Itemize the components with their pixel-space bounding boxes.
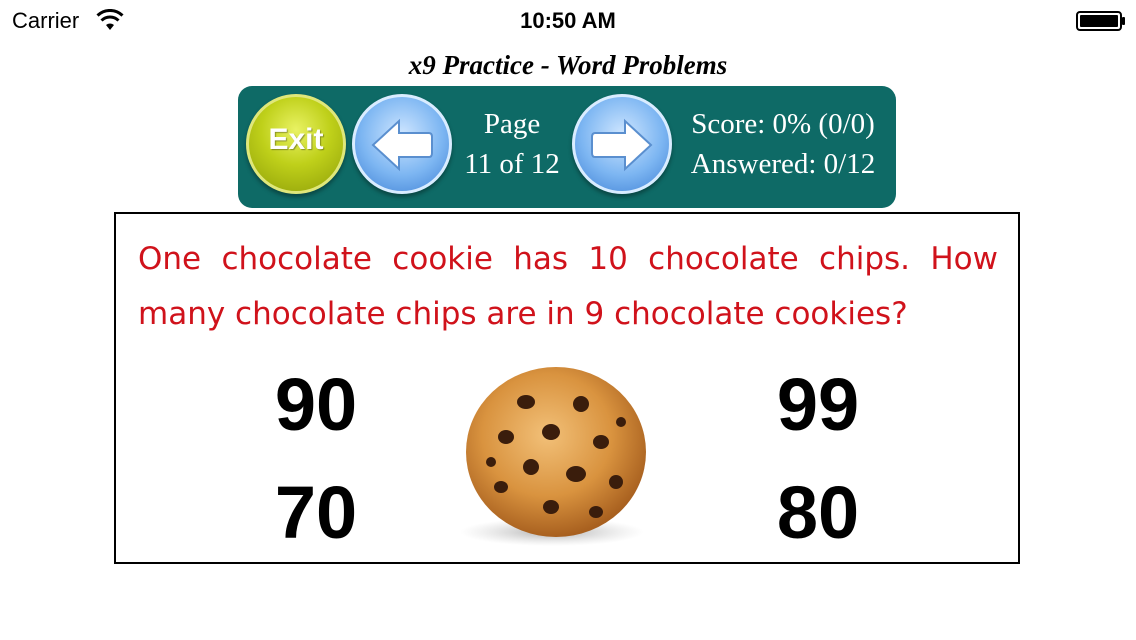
answer-option[interactable]: 70 — [246, 470, 386, 555]
navigation-toolbar: Exit Page 11 of 12 Score: 0% (0/0) Answe… — [238, 86, 896, 208]
answer-option[interactable]: 80 — [748, 470, 888, 555]
answer-option[interactable]: 90 — [246, 362, 386, 447]
question-text: One chocolate cookie has 10 chocolate ch… — [138, 241, 998, 332]
score-panel: Score: 0% (0/0) Answered: 0/12 — [678, 104, 888, 184]
status-bar: Carrier 10:50 AM — [0, 0, 1136, 40]
page-indicator: Page 11 of 12 — [450, 104, 574, 184]
exit-button-label: Exit — [268, 123, 324, 156]
question-card: One chocolate cookie has 10 chocolate ch… — [114, 212, 1020, 564]
battery-icon — [1076, 11, 1125, 31]
cookie-image — [460, 367, 646, 546]
page-label: Page — [483, 108, 541, 140]
arrow-left-icon — [371, 118, 433, 172]
answered-count: Answered: 0/12 — [690, 148, 876, 180]
page-title: x9 Practice - Word Problems — [408, 50, 728, 80]
score-value: Score: 0% (0/0) — [691, 108, 875, 140]
arrow-right-icon — [591, 118, 653, 172]
page-value: 11 of 12 — [464, 148, 560, 180]
answer-option[interactable]: 99 — [748, 362, 888, 447]
status-time: 10:50 AM — [520, 8, 616, 33]
previous-page-button[interactable] — [352, 94, 452, 194]
exit-button[interactable]: Exit — [246, 94, 346, 194]
next-page-button[interactable] — [572, 94, 672, 194]
